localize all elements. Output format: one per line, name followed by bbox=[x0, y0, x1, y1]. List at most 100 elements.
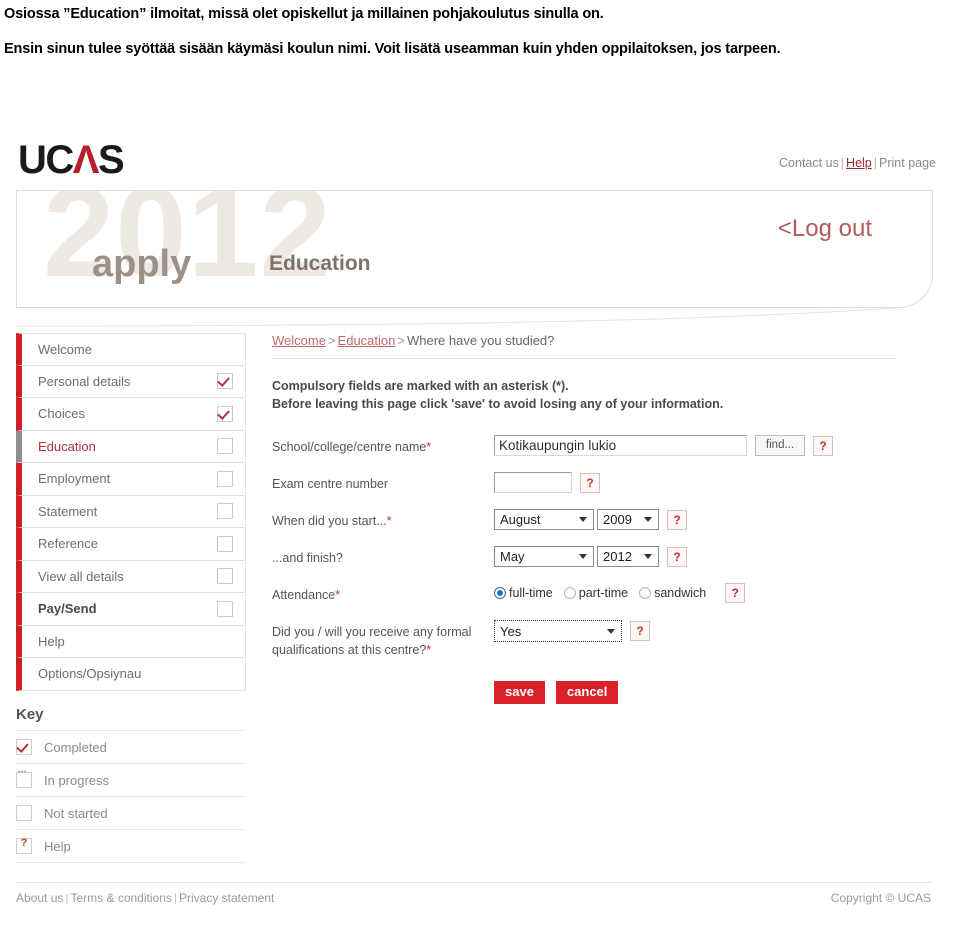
key-row-label: In progress bbox=[44, 772, 110, 788]
breadcrumb-welcome[interactable]: Welcome bbox=[272, 333, 326, 348]
radio-unselected-icon bbox=[639, 587, 652, 600]
link-separator: | bbox=[173, 891, 177, 905]
radio-selected-icon bbox=[494, 587, 506, 600]
qualifications-value: Yes bbox=[500, 623, 522, 639]
sidebar-item[interactable]: Statement bbox=[16, 495, 246, 528]
link-separator: | bbox=[65, 891, 69, 905]
sidebar-item[interactable]: Personal details bbox=[16, 365, 246, 398]
checkbox-empty-icon bbox=[217, 503, 233, 520]
notice-line-1: Compulsory fields are marked with an ast… bbox=[272, 379, 569, 393]
form-row-school-name: School/college/centre name* find... ? bbox=[272, 435, 932, 461]
sidebar-item-label: Welcome bbox=[38, 341, 92, 357]
sidebar-item-education[interactable]: Education bbox=[16, 430, 246, 463]
sidebar-item[interactable]: View all details bbox=[16, 560, 246, 593]
help-icon-school[interactable]: ? bbox=[813, 435, 833, 456]
required-asterisk: * bbox=[335, 588, 341, 603]
logo-text-s: S bbox=[97, 138, 125, 182]
logo-text-uc: UC bbox=[18, 138, 74, 182]
school-name-input[interactable] bbox=[494, 435, 747, 457]
chevron-down-icon bbox=[607, 628, 615, 634]
help-icon-exam-centre[interactable]: ? bbox=[580, 472, 600, 493]
finish-month-value: May bbox=[500, 549, 525, 565]
checkbox-checked-icon bbox=[217, 405, 233, 422]
sidebar-item[interactable]: Help bbox=[16, 625, 246, 658]
sidebar-item[interactable]: Reference bbox=[16, 528, 246, 561]
checkbox-empty-icon bbox=[217, 600, 233, 617]
instructional-caption: Osiossa ”Education” ilmoitat, missä olet… bbox=[0, 0, 960, 60]
ucas-apply-screenshot: UCΛS Contact us | Help | Print page 2012 app… bbox=[0, 128, 960, 936]
help-icon-finish-date[interactable]: ? bbox=[667, 546, 687, 567]
qualifications-select[interactable]: Yes bbox=[494, 620, 622, 643]
sidebar-item[interactable]: Welcome bbox=[16, 333, 246, 366]
breadcrumb-separator: > bbox=[327, 333, 336, 348]
radio-unselected-icon bbox=[563, 587, 576, 600]
checkbox-empty-icon bbox=[217, 470, 233, 487]
sidebar-item-label: Options/Opsiynau bbox=[38, 666, 142, 682]
breadcrumb-education[interactable]: Education bbox=[338, 333, 396, 348]
contact-us-link[interactable]: Contact us bbox=[779, 156, 839, 170]
save-button[interactable]: save bbox=[494, 680, 545, 705]
start-year-select[interactable]: 2009 bbox=[597, 509, 659, 531]
cancel-button[interactable]: cancel bbox=[555, 680, 619, 705]
link-separator: | bbox=[840, 156, 845, 170]
exam-centre-label: Exam centre number bbox=[272, 477, 389, 492]
terms-conditions-link[interactable]: Terms & conditions bbox=[71, 891, 172, 905]
notice-line-2: Before leaving this page click 'save' to… bbox=[272, 397, 724, 412]
print-page-link[interactable]: Print page bbox=[879, 156, 936, 170]
radio-label: sandwich bbox=[654, 586, 707, 601]
attendance-label-text: Attendance bbox=[272, 588, 336, 603]
sidebar-item-label: Personal details bbox=[38, 373, 131, 389]
checkbox-empty-icon bbox=[217, 568, 233, 585]
help-icon-qualifications[interactable]: ? bbox=[630, 621, 650, 642]
privacy-statement-link[interactable]: Privacy statement bbox=[179, 891, 274, 905]
sidebar-item[interactable]: Choices bbox=[16, 398, 246, 431]
form-row-attendance: Attendance* full-time part-time sandwich bbox=[272, 583, 932, 609]
qualifications-label-line-1: Did you / will you receive any formal bbox=[272, 625, 472, 640]
key-row: Help bbox=[16, 829, 246, 863]
radio-label: part-time bbox=[578, 586, 629, 601]
start-month-select[interactable]: August bbox=[494, 509, 594, 531]
logo-text-a: Λ bbox=[72, 138, 100, 182]
exam-centre-input[interactable] bbox=[494, 472, 572, 494]
finish-year-select[interactable]: 2012 bbox=[597, 546, 659, 568]
key-row-label: Not started bbox=[44, 805, 108, 821]
radio-option-full-time[interactable]: full-time bbox=[494, 586, 553, 600]
qualifications-label: Did you / will you receive any formal qu… bbox=[272, 620, 494, 659]
required-asterisk: * bbox=[426, 642, 432, 657]
form-row-qualifications: Did you / will you receive any formal qu… bbox=[272, 620, 932, 659]
copyright-text: Copyright © UCAS bbox=[830, 891, 931, 905]
radio-option-sandwich[interactable]: sandwich bbox=[639, 586, 706, 600]
form-actions: save cancel bbox=[494, 680, 932, 705]
ucas-logo: UCΛS bbox=[18, 138, 125, 182]
page-banner: 2012 apply Education <Log out bbox=[16, 190, 933, 308]
about-us-link[interactable]: About us bbox=[16, 891, 63, 905]
caption-paragraph-2: Ensin sinun tulee syöttää sisään käymäsi… bbox=[4, 41, 781, 58]
sidebar-item-label: Statement bbox=[38, 503, 98, 519]
sidebar-item[interactable]: Options/Opsiynau bbox=[16, 658, 246, 691]
key-row: In progress bbox=[16, 763, 246, 796]
radio-option-part-time[interactable]: part-time bbox=[563, 586, 629, 601]
help-link[interactable]: Help bbox=[846, 156, 872, 170]
checkbox-checked-icon bbox=[217, 373, 233, 390]
sidebar-item[interactable]: Employment bbox=[16, 463, 246, 496]
radio-label: full-time bbox=[509, 586, 553, 601]
sidebar-item-label: Reference bbox=[38, 536, 98, 552]
key-row: Completed bbox=[16, 730, 246, 763]
banner-apply-wordmark: apply bbox=[92, 243, 192, 285]
help-icon-start-date[interactable]: ? bbox=[667, 509, 687, 530]
finish-month-select[interactable]: May bbox=[494, 546, 594, 568]
log-out-link[interactable]: <Log out bbox=[778, 217, 872, 241]
sidebar-item-pay-send[interactable]: Pay/Send bbox=[16, 593, 246, 626]
chevron-down-icon bbox=[579, 517, 587, 523]
key-legend: Key Completed In progress Not started He… bbox=[16, 706, 246, 863]
key-row-label: Help bbox=[44, 838, 71, 854]
sidebar-item-label: View all details bbox=[38, 568, 124, 584]
attendance-label: Attendance* bbox=[272, 583, 494, 604]
form-row-finish-date: ...and finish? May 2012 ? bbox=[272, 546, 932, 572]
sidebar-item-label: Education bbox=[38, 438, 96, 454]
find-school-button[interactable]: find... bbox=[755, 435, 805, 457]
help-icon-attendance[interactable]: ? bbox=[725, 583, 746, 604]
sidebar-item-label: Pay/Send bbox=[38, 601, 97, 617]
page-title: Education bbox=[269, 252, 371, 275]
caption-paragraph-1: Osiossa ”Education” ilmoitat, missä olet… bbox=[4, 6, 604, 22]
